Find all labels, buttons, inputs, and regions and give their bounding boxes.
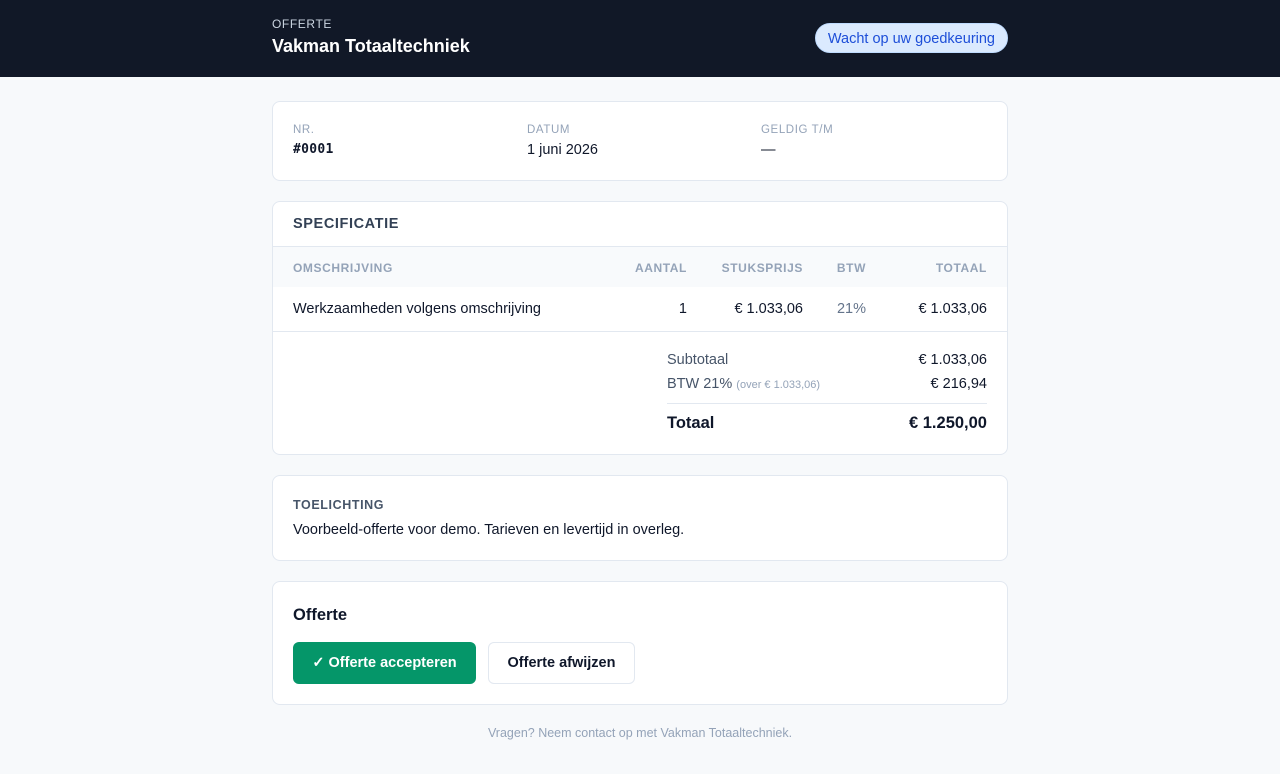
grand-total-value: € 1.250,00 (909, 414, 987, 432)
quote-number: NR. #0001 (293, 124, 334, 157)
table-header: OMSCHRIJVING AANTAL STUKSPRIJS BTW TOTAA… (273, 246, 1007, 287)
reject-quote-button[interactable]: Offerte afwijzen (488, 642, 635, 684)
subtotal-value: € 1.033,06 (918, 352, 987, 368)
status-badge: Wacht op uw goedkeuring (814, 23, 1008, 53)
vat-row: BTW 21% (over € 1.033,06) € 216,94 (667, 376, 987, 400)
quote-meta-card: NR. #0001 DATUM 1 juni 2026 GELDIG T/M — (272, 101, 1008, 181)
grand-total-row: Totaal € 1.250,00 (667, 404, 987, 438)
notes-title: TOELICHTING (293, 498, 385, 512)
header-content: OFFERTE Vakman Totaaltechniek Wacht op u… (272, 0, 1008, 77)
quote-number-label: NR. (293, 124, 315, 136)
actions-title: Offerte (293, 606, 348, 624)
grand-total-label: Totaal (667, 414, 715, 432)
accept-quote-button[interactable]: ✓ Offerte accepteren (293, 642, 476, 684)
specification-card: SPECIFICATIE OMSCHRIJVING AANTAL STUKSPR… (272, 201, 1008, 455)
quote-date-value: 1 juni 2026 (527, 142, 598, 158)
column-unit-price: STUKSPRIJS (721, 261, 803, 275)
vat-value: € 216,94 (930, 376, 987, 392)
document-type-label: OFFERTE (272, 17, 332, 31)
row-description: Werkzaamheden volgens omschrijving (293, 301, 541, 317)
vat-label: BTW 21% (667, 376, 733, 392)
row-vat: 21% (836, 301, 866, 317)
column-total: TOTAAL (935, 261, 987, 275)
specification-title: SPECIFICATIE (293, 216, 400, 232)
totals-block: Subtotaal € 1.033,06 BTW 21% (over € 1.0… (667, 352, 987, 438)
top-header: OFFERTE Vakman Totaaltechniek Wacht op u… (0, 0, 1280, 77)
notes-text: Voorbeeld-offerte voor demo. Tarieven en… (293, 522, 685, 538)
quote-date-label: DATUM (527, 124, 571, 136)
subtotal-label: Subtotaal (667, 352, 729, 368)
row-quantity: 1 (678, 301, 687, 317)
quote-valid-until: GELDIG T/M — (761, 124, 833, 158)
footer-contact-note: Vragen? Neem contact op met Vakman Totaa… (487, 726, 793, 740)
column-description: OMSCHRIJVING (293, 261, 393, 275)
quote-date: DATUM 1 juni 2026 (527, 124, 598, 158)
table-row: Werkzaamheden volgens omschrijving 1 € 1… (273, 287, 1007, 332)
column-vat: BTW (836, 261, 866, 275)
vat-basis-note: (over € 1.033,06) (736, 379, 821, 391)
valid-until-label: GELDIG T/M (761, 124, 834, 136)
quote-actions-card: Offerte ✓ Offerte accepteren Offerte afw… (272, 581, 1008, 705)
company-name: Vakman Totaaltechniek (272, 36, 470, 56)
row-unit-price: € 1.033,06 (734, 301, 803, 317)
column-quantity: AANTAL (634, 261, 687, 275)
subtotal-row: Subtotaal € 1.033,06 (667, 352, 987, 376)
notes-card: TOELICHTING Voorbeeld-offerte voor demo.… (272, 475, 1008, 561)
valid-until-value: — (761, 142, 776, 158)
row-total: € 1.033,06 (918, 301, 987, 317)
quote-number-value: #0001 (293, 142, 334, 157)
